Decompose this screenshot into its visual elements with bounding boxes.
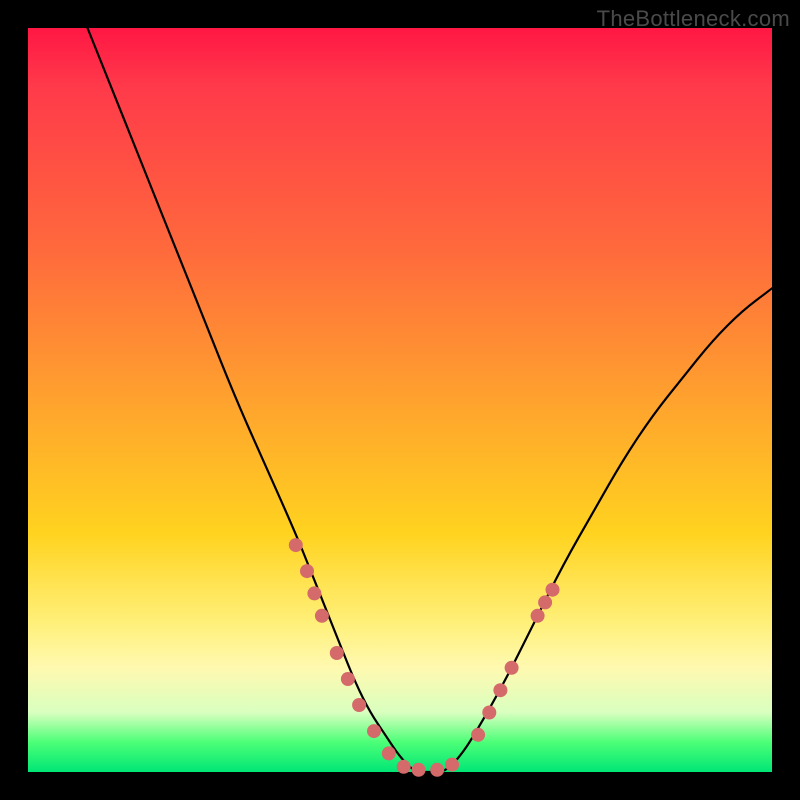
marker-dot xyxy=(531,609,545,623)
marker-dot xyxy=(341,672,355,686)
marker-dot xyxy=(367,724,381,738)
marker-dot xyxy=(382,746,396,760)
gradient-plot-area xyxy=(28,28,772,772)
marker-dot xyxy=(430,763,444,777)
marker-dot xyxy=(330,646,344,660)
marker-dot xyxy=(412,763,426,777)
bottleneck-curve xyxy=(88,28,773,772)
marker-dot xyxy=(289,538,303,552)
marker-group xyxy=(289,538,560,777)
curve-group xyxy=(88,28,773,772)
marker-dot xyxy=(482,706,496,720)
marker-dot xyxy=(300,564,314,578)
marker-dot xyxy=(307,586,321,600)
marker-dot xyxy=(445,758,459,772)
marker-dot xyxy=(546,583,560,597)
chart-svg xyxy=(28,28,772,772)
marker-dot xyxy=(315,609,329,623)
marker-dot xyxy=(352,698,366,712)
marker-dot xyxy=(505,661,519,675)
marker-dot xyxy=(538,595,552,609)
watermark-text: TheBottleneck.com xyxy=(597,6,790,32)
marker-dot xyxy=(471,728,485,742)
marker-dot xyxy=(397,760,411,774)
marker-dot xyxy=(493,683,507,697)
outer-frame: TheBottleneck.com xyxy=(0,0,800,800)
